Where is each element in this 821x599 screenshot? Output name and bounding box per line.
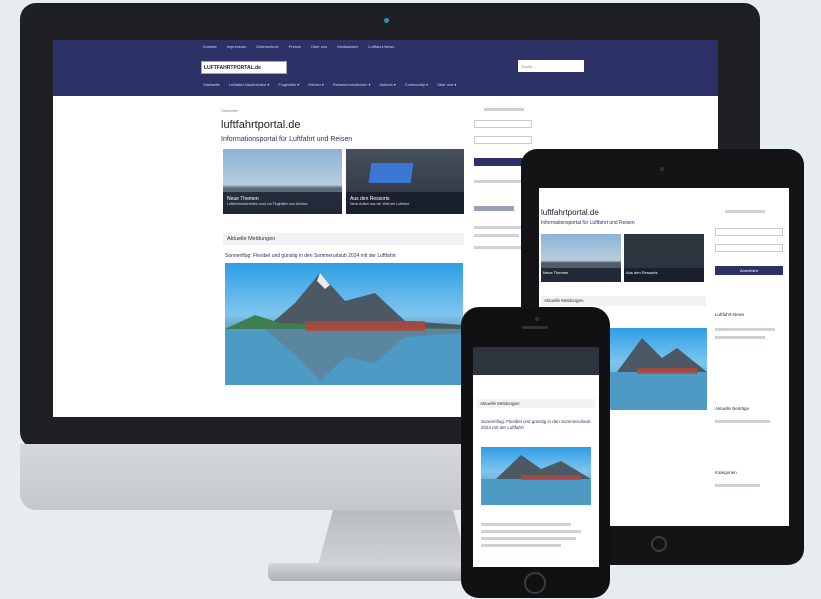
sidebar-text	[715, 484, 760, 487]
phone-camera	[535, 317, 539, 321]
article-title[interactable]: Sonnenflug: Flexibel und günstig in den …	[225, 253, 396, 259]
article-hero-image[interactable]	[225, 263, 463, 385]
sidebar-text	[474, 246, 526, 249]
phone-featured[interactable]	[473, 347, 599, 375]
tablet-latest-heading: Aktuelle Meldungen	[541, 296, 706, 306]
tablet-home-button[interactable]	[651, 536, 667, 552]
nav-item[interactable]: Flughäfen ▾	[278, 82, 299, 87]
search-input[interactable]: Suche...	[518, 60, 584, 72]
featured-caption: Aus den Ressorts Neue Artikel aus der We…	[346, 192, 464, 214]
tablet-subtitle: Informationsportal für Luftfahrt und Rei…	[541, 220, 635, 226]
nav-item[interactable]: Community ▾	[405, 82, 428, 87]
top-link[interactable]: Datenschutz	[256, 44, 278, 49]
phone-text-line	[481, 530, 581, 533]
phone-text-line	[481, 523, 571, 526]
phone-speaker	[522, 326, 548, 329]
sidebar-heading: Kategorien	[715, 470, 737, 475]
sidebar-text	[715, 336, 765, 339]
page-subtitle: Informationsportal für Luftfahrt und Rei…	[221, 136, 353, 143]
mountain-lake-image	[607, 338, 707, 410]
mountain-lake-image	[481, 455, 591, 505]
phone-article-title[interactable]: Sonnenflug: Flexibel und günstig in den …	[481, 419, 591, 431]
featured-caption-text: Neue Artikel aus der Welt der Luftfahrt	[350, 202, 410, 206]
site-logo[interactable]: LUFTFAHRTPORTAL.de	[201, 61, 287, 74]
monitor-camera	[384, 18, 389, 23]
nav-item[interactable]: Airlines ▾	[379, 82, 395, 87]
top-links: Kontakt Impressum Datenschutz Presse Übe…	[203, 44, 394, 49]
phone-text-line	[481, 544, 561, 547]
sidebar-heading: Aktuelle Beiträge	[715, 406, 750, 411]
login-field[interactable]	[474, 120, 532, 128]
top-link[interactable]: Luftfahrt-News	[368, 44, 394, 49]
nav-item[interactable]: Reisen ▾	[308, 82, 324, 87]
login-field[interactable]	[715, 228, 783, 236]
tablet-hero-image[interactable]	[607, 328, 707, 410]
sidebar-text	[484, 108, 524, 111]
featured-caption: Neue Themen Luftfahrtnachrichten rund um…	[223, 192, 342, 214]
top-link[interactable]: Impressum	[227, 44, 247, 49]
nav-item[interactable]: Über uns ▾	[437, 82, 456, 87]
sidebar-text	[715, 328, 775, 331]
tablet-featured-caption: Neue Themen	[541, 268, 621, 282]
sidebar-text	[474, 234, 519, 237]
nav-item[interactable]: Luftfahrt-Nachrichten ▾	[229, 82, 269, 87]
sidebar-text	[474, 180, 524, 183]
tablet-camera	[660, 167, 664, 171]
sidebar-heading	[474, 206, 514, 211]
nav-item[interactable]: Startseite	[203, 82, 220, 87]
phone-home-button[interactable]	[524, 572, 546, 594]
top-link[interactable]: Kontakt	[203, 44, 217, 49]
phone-text-line	[481, 537, 576, 540]
sidebar-text	[725, 210, 765, 213]
breadcrumb[interactable]: Startseite	[221, 108, 238, 113]
sidebar-text	[715, 420, 770, 423]
phone-latest-heading: Aktuelle Meldungen	[477, 399, 595, 408]
top-link[interactable]: Presse	[289, 44, 301, 49]
login-button[interactable]: Anmelden	[715, 266, 783, 275]
mountain-lake-image	[225, 273, 463, 385]
tablet-featured-2[interactable]: Aus den Ressorts	[624, 234, 704, 282]
monitor-stand-neck	[318, 510, 468, 565]
login-field[interactable]	[715, 244, 783, 252]
latest-news-heading: Aktuelle Meldungen	[223, 233, 464, 245]
tablet-sidebar: Anmelden Luftfahrt-News Aktuelle Beiträg…	[715, 208, 785, 508]
top-link[interactable]: Über uns	[311, 44, 327, 49]
phone-hero-image[interactable]	[481, 447, 591, 505]
tablet-title: luftfahrtportal.de	[541, 208, 599, 217]
tablet-featured-caption: Aus den Ressorts	[624, 268, 704, 282]
screen-illustration	[368, 163, 414, 183]
featured-card-1[interactable]: Neue Themen Luftfahrtnachrichten rund um…	[223, 149, 342, 214]
featured-card-2[interactable]: Aus den Ressorts Neue Artikel aus der We…	[346, 149, 464, 214]
top-link[interactable]: Mediadaten	[337, 44, 358, 49]
main-nav: Startseite Luftfahrt-Nachrichten ▾ Flugh…	[203, 82, 456, 87]
page-title: luftfahrtportal.de	[221, 119, 301, 131]
sidebar-heading: Luftfahrt-News	[715, 312, 745, 317]
featured-caption-text: Luftfahrtnachrichten rund um Flughäfen u…	[227, 202, 308, 206]
phone-screen: Aktuelle Meldungen Sonnenflug: Flexibel …	[473, 347, 599, 567]
tablet-featured-1[interactable]: Neue Themen	[541, 234, 621, 282]
nav-item[interactable]: Reiseinformationen ▾	[333, 82, 371, 87]
login-field[interactable]	[474, 136, 532, 144]
